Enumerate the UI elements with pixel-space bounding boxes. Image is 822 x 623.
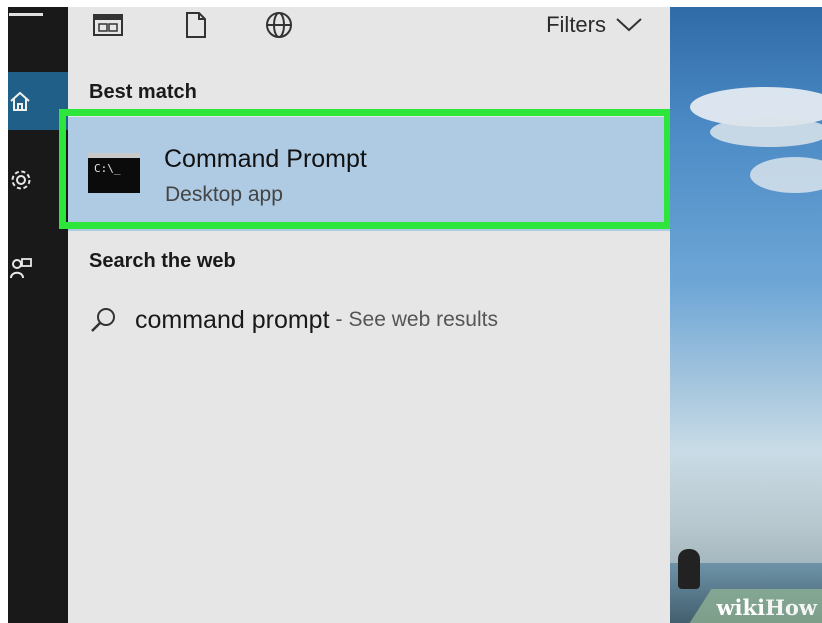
home-button[interactable] bbox=[8, 72, 68, 130]
settings-button[interactable] bbox=[8, 151, 68, 209]
app-type: Desktop app bbox=[165, 183, 283, 206]
see-web-results-label: See web results bbox=[348, 308, 498, 331]
filters-dropdown[interactable]: Filters bbox=[546, 7, 642, 43]
web-separator: - bbox=[335, 308, 343, 331]
apps-filter-button[interactable] bbox=[93, 7, 123, 43]
watermark-part2: How bbox=[765, 595, 817, 620]
best-match-heading: Best match bbox=[89, 81, 197, 103]
globe-icon bbox=[266, 12, 292, 38]
gear-icon bbox=[11, 170, 31, 190]
command-prompt-icon: C:\_ bbox=[88, 153, 140, 193]
home-icon bbox=[10, 91, 30, 111]
search-web-heading: Search the web bbox=[89, 250, 236, 272]
best-match-result[interactable]: C:\_ Command Prompt Desktop app bbox=[59, 109, 671, 231]
apps-filter-icon bbox=[93, 14, 123, 36]
web-search-result[interactable]: command prompt - See web results bbox=[89, 303, 498, 337]
web-filter-button[interactable] bbox=[265, 7, 293, 43]
document-icon bbox=[186, 12, 206, 38]
documents-filter-button[interactable] bbox=[185, 7, 207, 43]
start-rail bbox=[8, 7, 68, 623]
person-silhouette bbox=[678, 549, 700, 589]
start-search-panel: Filters Best match C:\_ Command Prompt D… bbox=[59, 7, 671, 623]
search-icon bbox=[91, 308, 115, 332]
filters-label: Filters bbox=[546, 12, 606, 37]
cloud-shape bbox=[710, 117, 822, 147]
screenshot-frame: Filters Best match C:\_ Command Prompt D… bbox=[8, 7, 822, 623]
web-query: command prompt bbox=[135, 305, 330, 334]
app-name: Command Prompt bbox=[164, 145, 367, 173]
watermark-part1: wiki bbox=[716, 595, 766, 620]
feedback-button[interactable] bbox=[8, 239, 68, 297]
hamburger-icon bbox=[9, 13, 43, 16]
feedback-icon bbox=[10, 258, 32, 279]
console-prompt-text: C:\_ bbox=[94, 162, 121, 175]
console-glyph-icon: C:\_ bbox=[94, 162, 121, 175]
desktop-wallpaper: wikiHow bbox=[670, 7, 822, 623]
hamburger-menu-button[interactable] bbox=[8, 7, 68, 31]
cloud-shape bbox=[750, 157, 822, 193]
chevron-down-icon bbox=[616, 18, 642, 32]
